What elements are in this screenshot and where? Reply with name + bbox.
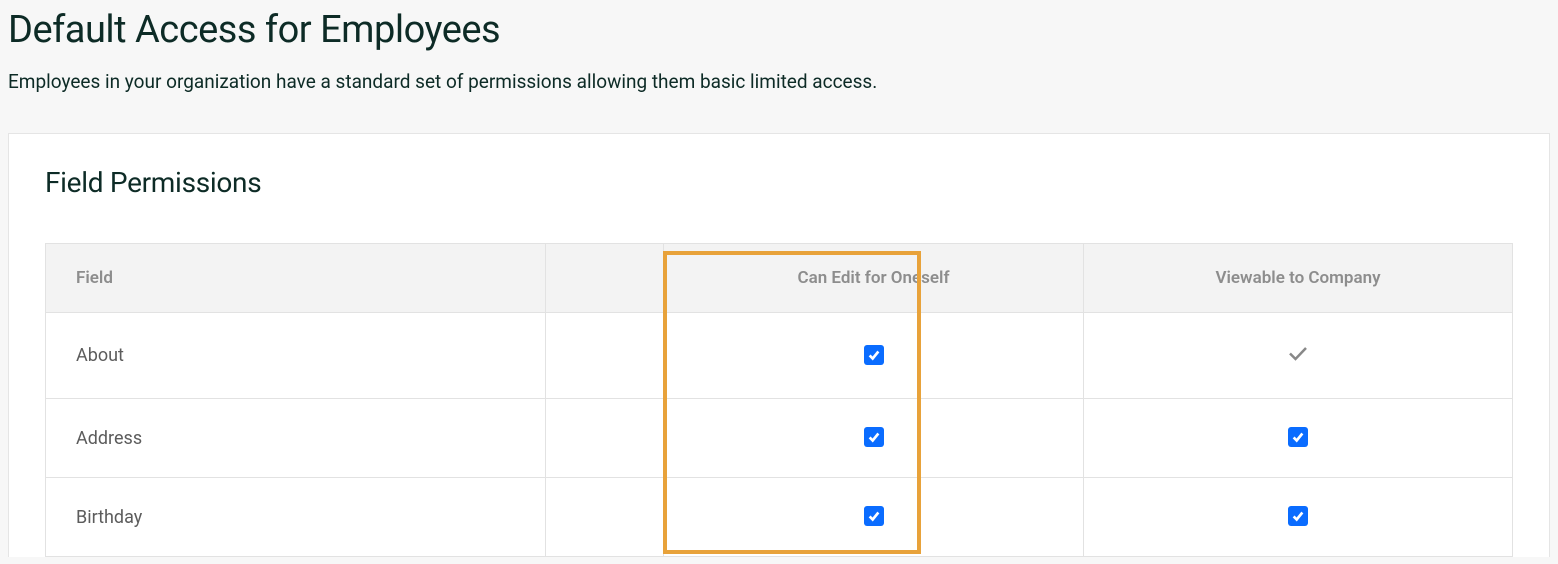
header-spacer	[546, 244, 664, 313]
header-viewable: Viewable to Company	[1084, 244, 1513, 313]
table-row: Address	[46, 399, 1513, 478]
spacer-cell	[546, 313, 664, 399]
checkbox-viewable-birthday[interactable]	[1288, 506, 1308, 526]
table-row: Birthday	[46, 478, 1513, 557]
field-permissions-card: Field Permissions Field Can Edit for One…	[8, 133, 1550, 557]
checkbox-viewable-address[interactable]	[1288, 427, 1308, 447]
header-field: Field	[46, 244, 546, 313]
spacer-cell	[546, 478, 664, 557]
checkbox-can-edit-birthday[interactable]	[864, 506, 884, 526]
checkbox-can-edit-address[interactable]	[864, 427, 884, 447]
section-title: Field Permissions	[45, 166, 1513, 199]
page-title: Default Access for Employees	[8, 8, 1550, 52]
field-label: About	[46, 313, 546, 399]
field-label: Address	[46, 399, 546, 478]
field-label: Birthday	[46, 478, 546, 557]
table-row: About	[46, 313, 1513, 399]
checkbox-can-edit-about[interactable]	[864, 345, 884, 365]
page-subtitle: Employees in your organization have a st…	[8, 70, 1550, 93]
check-icon	[1286, 341, 1310, 365]
permissions-table: Field Can Edit for Oneself Viewable to C…	[45, 243, 1513, 557]
spacer-cell	[546, 399, 664, 478]
header-can-edit: Can Edit for Oneself	[664, 244, 1084, 313]
